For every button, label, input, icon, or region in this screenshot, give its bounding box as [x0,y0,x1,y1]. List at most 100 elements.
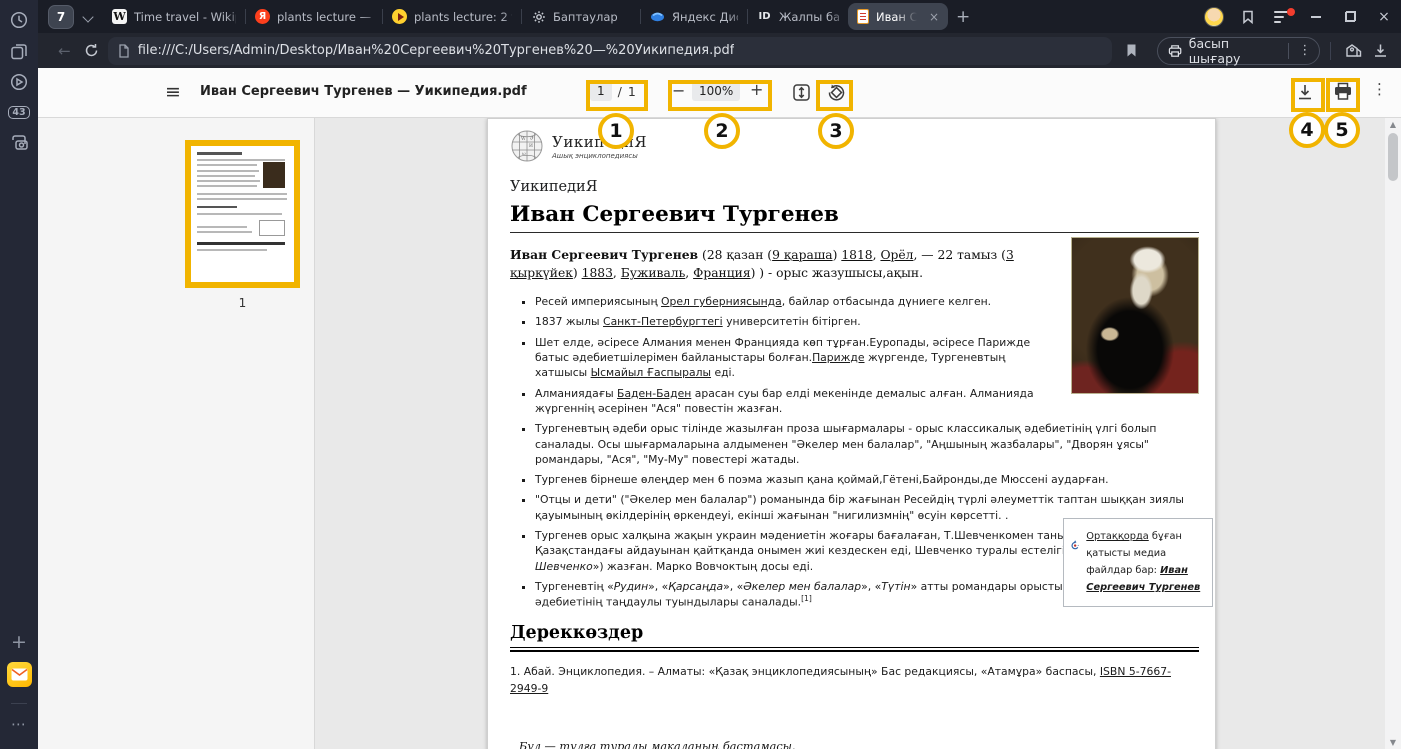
pdf-file-favicon [857,9,869,24]
scroll-down-arrow-icon[interactable]: ▼ [1385,738,1401,747]
annotation-number-5: 5 [1324,112,1360,148]
print-options-kebab-icon[interactable]: ⋮ [1298,43,1311,58]
back-arrow-icon[interactable]: ← [50,37,79,65]
tab-yandex-search[interactable]: Я plants lecture — Я [246,0,382,33]
tabs-panel-icon[interactable] [0,40,38,64]
vertical-scrollbar[interactable]: ▲ ▼ [1385,118,1401,749]
addressbar-divider [1330,42,1331,60]
scrollbar-thumb[interactable] [1388,133,1398,181]
pdf-viewer-body: 1 WИωق УикипедиЯ Ашық энциклопедиясы [38,118,1401,749]
thumb-deco [197,198,287,200]
print-page-button[interactable]: басып шығару ⋮ [1157,37,1321,65]
stub-notice: Бұл — тұлға туралы мақаланың бастамасы. … [510,739,1070,749]
thumb-deco [197,206,237,208]
page-thumbnail[interactable] [185,140,300,288]
tab-counter-button[interactable]: 7 [48,5,74,29]
thumb-deco [197,164,257,166]
print-button-label: басып шығару [1189,36,1280,66]
browser-menu-button[interactable] [1265,2,1299,32]
annotation-box-1-page-counter [586,80,648,111]
tab-close-icon[interactable]: × [929,10,939,24]
pill-divider [1288,43,1289,59]
minimize-icon [1311,16,1321,18]
thumb-deco [197,175,255,177]
sources-heading: Дереккөздер [510,623,1199,648]
scroll-up-arrow-icon[interactable]: ▲ [1385,120,1401,129]
video-play-favicon [392,9,407,24]
sidebar-more-icon[interactable]: ⋯ [0,712,38,736]
reference-entry: 1. Абай. Энциклопедия. – Алматы: «Қазақ … [510,664,1199,696]
pdf-content-area[interactable]: WИωق УикипедиЯ Ашық энциклопедиясы Уикип… [315,118,1385,749]
profile-avatar[interactable] [1197,2,1231,32]
wikimedia-commons-icon [1071,528,1079,562]
commons-media-box: Ортаққорда бұған қатысты медиа файлдар б… [1063,518,1213,607]
tab-wikipedia[interactable]: W Time travel - Wikip [103,0,245,33]
bookmark-flag-icon[interactable] [1120,37,1143,65]
article-title: Иван Сергеевич Тургенев [510,202,1199,233]
tab-video[interactable]: plants lecture: 2 ть [383,0,521,33]
collections-tag-icon[interactable] [1341,37,1366,65]
avatar-image [1204,7,1224,27]
video-play-icon[interactable] [0,70,38,94]
yandex-mail-icon[interactable] [0,662,38,686]
thumbnail-page-number: 1 [185,296,300,310]
thumb-deco [197,170,259,172]
counter-43-badge[interactable]: 43 [0,100,38,124]
tab-yandex-id[interactable]: ID Жалпы баптаулар [748,0,848,33]
close-window-button[interactable]: × [1367,2,1401,32]
downloads-icon[interactable] [1366,37,1395,65]
svg-text:ω: ω [522,152,526,157]
thumb-deco [197,226,247,228]
id-favicon: ID [757,9,772,24]
annotation-number-2: 2 [704,113,740,149]
annotation-box-4-download [1291,78,1325,112]
reload-icon[interactable] [79,37,104,65]
site-label: УикипедиЯ [510,179,1199,195]
tab-settings[interactable]: Баптаулар [522,0,640,33]
tab-yandex-disk[interactable]: Яндекс Диск [641,0,747,33]
annotation-number-4: 4 [1289,112,1325,148]
window-controls: × [1197,2,1401,32]
restore-button[interactable] [1333,2,1367,32]
heading-rule [510,650,1199,652]
yandex-disk-favicon [650,9,665,24]
pdf-more-options-icon[interactable]: ⋮ [1372,80,1387,98]
stub-text-block: Бұл — тұлға туралы мақаланың бастамасы. … [519,739,1385,749]
bookmarks-ribbon-icon[interactable] [1231,2,1265,32]
url-field[interactable]: file:///C:/Users/Admin/Desktop/Иван%20Се… [108,37,1112,65]
tab-label: Time travel - Wikip [134,10,236,24]
document-icon [118,44,130,58]
thumb-portrait [263,162,285,188]
ellipsis-glyph: ⋯ [11,715,27,733]
fit-to-page-icon[interactable] [791,82,812,103]
thumb-commons-box [259,220,285,236]
printer-icon [1168,44,1182,58]
sidebar-add-icon[interactable]: + [0,630,38,654]
tab-label: plants lecture — Я [277,10,373,24]
thumb-deco [197,159,285,161]
thumb-deco [197,231,252,233]
annotation-box-5-print [1326,78,1360,112]
plus-glyph: + [11,631,27,653]
wikipedia-tagline: Ашық энциклопедиясы [552,152,647,160]
svg-text:W: W [521,136,526,142]
gear-icon [531,9,546,24]
screenshot-icon[interactable] [0,130,38,154]
url-text: file:///C:/Users/Admin/Desktop/Иван%20Се… [138,43,735,58]
thumb-deco [197,213,282,215]
tab-pdf-active[interactable]: Иван Сергееви × [848,3,948,30]
tab-list-chevron-down-icon[interactable] [79,8,97,26]
minimize-button[interactable] [1299,2,1333,32]
pdf-sidebar-toggle-icon[interactable]: ≡ [165,81,181,103]
annotation-number-3: 3 [818,113,854,149]
svg-text:ق: ق [530,135,534,141]
yandex-favicon: Я [255,9,270,24]
wikipedia-globe-icon: WИωق [510,129,544,163]
history-clock-icon[interactable] [0,8,38,32]
tab-label: plants lecture: 2 ть [414,10,512,24]
fact-item: Тургеневтың әдеби орыс тілінде жазылған … [535,421,1199,467]
new-tab-button[interactable]: + [956,7,970,27]
tab-label: Баптаулар [553,10,618,24]
thumb-deco [197,185,257,187]
thumb-deco [197,193,287,195]
